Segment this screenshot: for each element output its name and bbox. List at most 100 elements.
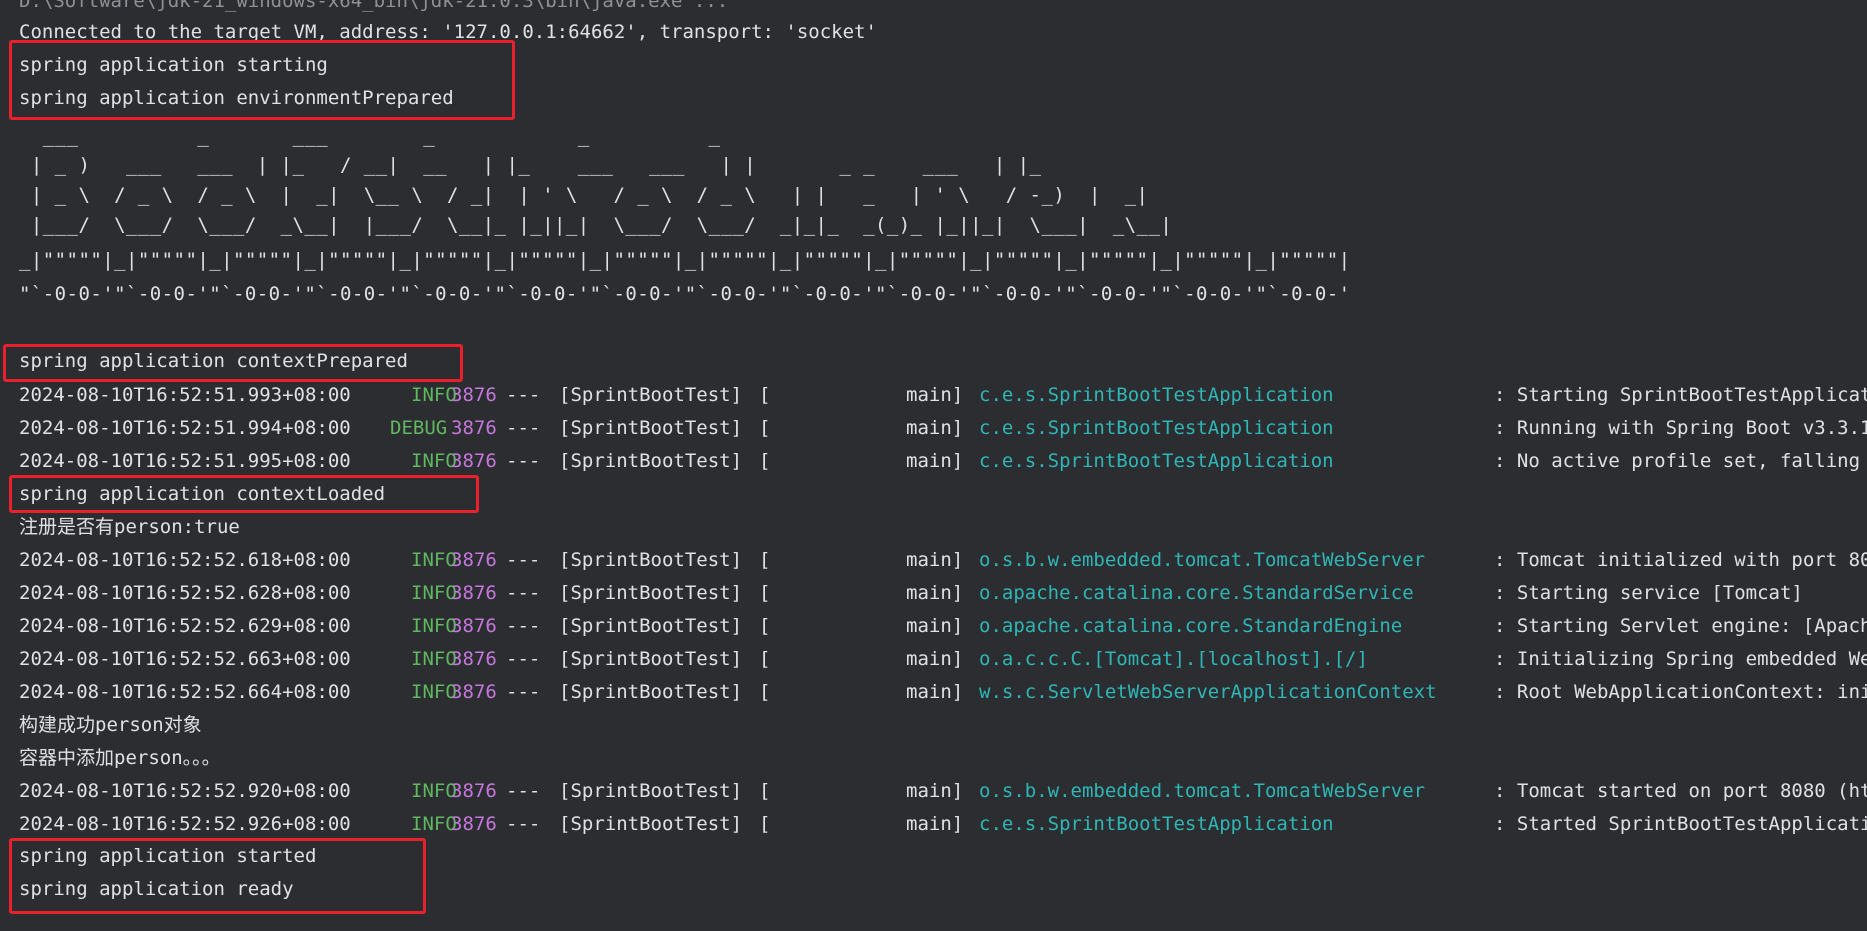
log-level: INFO bbox=[411, 681, 457, 703]
log-logger: o.apache.catalina.core.StandardEngine bbox=[979, 615, 1403, 637]
log-thread-bracket: [ bbox=[759, 450, 771, 472]
log-separator: --- bbox=[506, 549, 541, 571]
console-output[interactable]: D:\Software\jdk-21_windows-x64_bin\jdk-2… bbox=[0, 0, 1867, 931]
log-separator: --- bbox=[506, 417, 541, 439]
log-thread-bracket: [ bbox=[759, 549, 771, 571]
log-app-name: [SprintBootTest] bbox=[559, 549, 743, 571]
log-pid: 3876 bbox=[451, 648, 497, 670]
log-message: : Root WebApplicationContext: ini bbox=[1494, 681, 1867, 703]
log-logger: o.a.c.c.C.[Tomcat].[localhost].[/] bbox=[979, 648, 1368, 670]
log-logger: c.e.s.SprintBootTestApplication bbox=[979, 450, 1334, 472]
log-separator: --- bbox=[506, 450, 541, 472]
log-level: INFO bbox=[411, 615, 457, 637]
log-thread: main] bbox=[906, 450, 964, 472]
log-thread: main] bbox=[906, 780, 964, 802]
log-message: : No active profile set, falling bbox=[1494, 450, 1861, 472]
log-separator: --- bbox=[506, 813, 541, 835]
log-thread-bracket: [ bbox=[759, 648, 771, 670]
log-thread: main] bbox=[906, 582, 964, 604]
banner-line: | _ \ / _ \ / _ \ | _| \__ \ / _| | ' \ … bbox=[19, 184, 1161, 206]
log-separator: --- bbox=[506, 780, 541, 802]
log-level: INFO bbox=[411, 780, 457, 802]
log-separator: --- bbox=[506, 384, 541, 406]
log-logger: c.e.s.SprintBootTestApplication bbox=[979, 813, 1334, 835]
log-timestamp: 2024-08-10T16:52:51.995+08:00 bbox=[19, 450, 351, 472]
highlight-box-context-loaded bbox=[9, 475, 479, 513]
log-pid: 3876 bbox=[451, 417, 497, 439]
log-separator: --- bbox=[506, 648, 541, 670]
log-message: : Started SprintBootTestApplicati bbox=[1494, 813, 1867, 835]
log-thread-bracket: [ bbox=[759, 582, 771, 604]
log-thread: main] bbox=[906, 648, 964, 670]
log-timestamp: 2024-08-10T16:52:52.920+08:00 bbox=[19, 780, 351, 802]
log-thread-bracket: [ bbox=[759, 615, 771, 637]
built-person-line: 构建成功person对象 bbox=[19, 714, 202, 736]
banner-line: "`-0-0-'"`-0-0-'"`-0-0-'"`-0-0-'"`-0-0-'… bbox=[19, 283, 1351, 305]
log-message: : Tomcat initialized with port 80 bbox=[1494, 549, 1867, 571]
log-app-name: [SprintBootTest] bbox=[559, 615, 743, 637]
log-app-name: [SprintBootTest] bbox=[559, 681, 743, 703]
log-level: INFO bbox=[411, 582, 457, 604]
log-logger: o.apache.catalina.core.StandardService bbox=[979, 582, 1414, 604]
log-thread-bracket: [ bbox=[759, 681, 771, 703]
banner-line: | _ ) ___ ___ | |_ / __| __ | |_ ___ ___… bbox=[19, 154, 1066, 176]
log-separator: --- bbox=[506, 681, 541, 703]
log-pid: 3876 bbox=[451, 549, 497, 571]
log-thread-bracket: [ bbox=[759, 384, 771, 406]
log-level: INFO bbox=[411, 384, 457, 406]
log-level: INFO bbox=[411, 549, 457, 571]
log-pid: 3876 bbox=[451, 615, 497, 637]
banner-line: _|"""""|_|"""""|_|"""""|_|"""""|_|"""""|… bbox=[19, 249, 1351, 271]
log-thread: main] bbox=[906, 615, 964, 637]
log-message: : Tomcat started on port 8080 (ht bbox=[1494, 780, 1867, 802]
log-level: INFO bbox=[411, 813, 457, 835]
log-timestamp: 2024-08-10T16:52:51.994+08:00 bbox=[19, 417, 351, 439]
log-thread-bracket: [ bbox=[759, 813, 771, 835]
log-thread: main] bbox=[906, 384, 964, 406]
log-thread-bracket: [ bbox=[759, 417, 771, 439]
log-pid: 3876 bbox=[451, 450, 497, 472]
log-level: DEBUG bbox=[390, 417, 448, 439]
log-pid: 3876 bbox=[451, 780, 497, 802]
log-logger: c.e.s.SprintBootTestApplication bbox=[979, 417, 1334, 439]
log-timestamp: 2024-08-10T16:52:52.664+08:00 bbox=[19, 681, 351, 703]
log-app-name: [SprintBootTest] bbox=[559, 648, 743, 670]
log-logger: w.s.c.ServletWebServerApplicationContext bbox=[979, 681, 1437, 703]
log-timestamp: 2024-08-10T16:52:52.628+08:00 bbox=[19, 582, 351, 604]
log-separator: --- bbox=[506, 582, 541, 604]
log-app-name: [SprintBootTest] bbox=[559, 582, 743, 604]
log-app-name: [SprintBootTest] bbox=[559, 780, 743, 802]
banner-line: |___/ \___/ \___/ _\__| |___/ \__|_ |_||… bbox=[19, 214, 1185, 236]
log-timestamp: 2024-08-10T16:52:52.663+08:00 bbox=[19, 648, 351, 670]
highlight-box-context-prepared bbox=[3, 344, 463, 382]
log-logger: c.e.s.SprintBootTestApplication bbox=[979, 384, 1334, 406]
log-pid: 3876 bbox=[451, 813, 497, 835]
log-thread: main] bbox=[906, 681, 964, 703]
log-timestamp: 2024-08-10T16:52:52.618+08:00 bbox=[19, 549, 351, 571]
log-logger: o.s.b.w.embedded.tomcat.TomcatWebServer bbox=[979, 549, 1426, 571]
log-message: : Initializing Spring embedded We bbox=[1494, 648, 1867, 670]
log-message: : Running with Spring Boot v3.3.1 bbox=[1494, 417, 1867, 439]
log-timestamp: 2024-08-10T16:52:52.926+08:00 bbox=[19, 813, 351, 835]
log-app-name: [SprintBootTest] bbox=[559, 450, 743, 472]
registered-person-line: 注册是否有person:true bbox=[19, 516, 240, 538]
log-timestamp: 2024-08-10T16:52:52.629+08:00 bbox=[19, 615, 351, 637]
log-timestamp: 2024-08-10T16:52:51.993+08:00 bbox=[19, 384, 351, 406]
banner-line: ___ _ ___ _ _ _ bbox=[19, 125, 828, 147]
log-app-name: [SprintBootTest] bbox=[559, 417, 743, 439]
log-thread-bracket: [ bbox=[759, 780, 771, 802]
log-pid: 3876 bbox=[451, 384, 497, 406]
log-logger: o.s.b.w.embedded.tomcat.TomcatWebServer bbox=[979, 780, 1426, 802]
log-app-name: [SprintBootTest] bbox=[559, 384, 743, 406]
log-message: : Starting service [Tomcat] bbox=[1494, 582, 1803, 604]
log-thread: main] bbox=[906, 813, 964, 835]
log-pid: 3876 bbox=[451, 582, 497, 604]
highlight-box-starting bbox=[9, 40, 515, 120]
log-thread: main] bbox=[906, 417, 964, 439]
log-app-name: [SprintBootTest] bbox=[559, 813, 743, 835]
log-message: : Starting Servlet engine: [Apach bbox=[1494, 615, 1867, 637]
log-level: INFO bbox=[411, 450, 457, 472]
log-message: : Starting SprintBootTestApplicat bbox=[1494, 384, 1867, 406]
log-separator: --- bbox=[506, 615, 541, 637]
highlight-box-started-ready bbox=[9, 838, 426, 914]
